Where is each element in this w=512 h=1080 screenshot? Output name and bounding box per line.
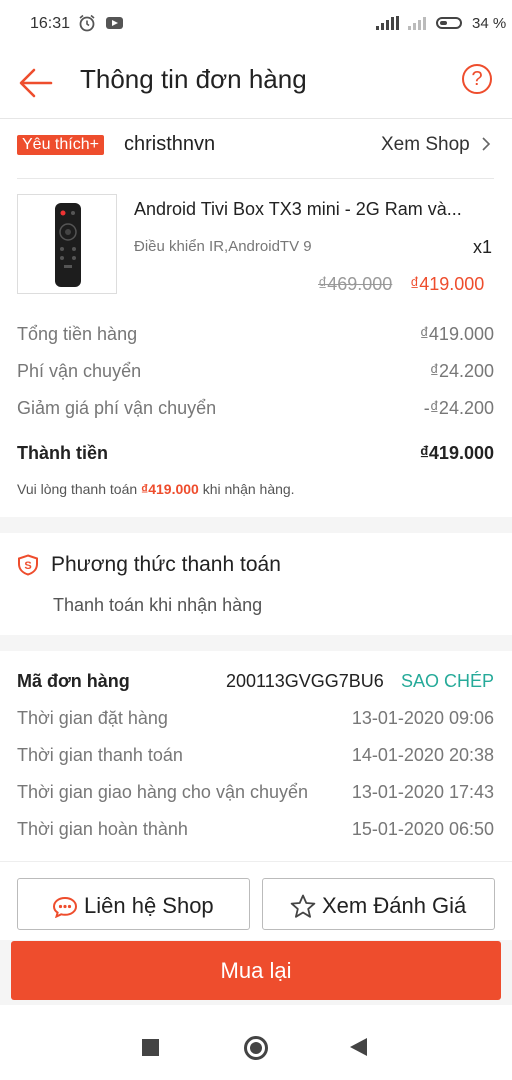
summary-label-shipping: Phí vận chuyển	[17, 361, 142, 381]
summary-value-shipping-discount: -₫24.200	[423, 398, 494, 418]
payment-note: Vui lòng thanh toán ₫419.000 khi nhận hà…	[17, 481, 295, 497]
nav-home-icon[interactable]	[244, 1036, 268, 1060]
status-bar: 16:31 34 %	[0, 0, 512, 50]
product-name[interactable]: Android Tivi Box TX3 mini - 2G Ram và...	[134, 199, 494, 220]
shop-name[interactable]: christhnvn	[124, 133, 215, 156]
payment-note-prefix: Vui lòng thanh toán	[17, 481, 138, 497]
complete-time-value: 15-01-2020 06:50	[351, 819, 494, 839]
payment-method-value: Thanh toán khi nhận hàng	[53, 595, 263, 615]
order-info-section: Mã đơn hàng 200113GVGG7BU6 SAO CHÉP Thời…	[0, 651, 512, 861]
shield-icon: S	[18, 554, 38, 576]
status-time: 16:31	[30, 15, 71, 32]
system-nav-bar	[0, 1005, 512, 1080]
order-items-card: Yêu thích+ christhnvn Xem Shop Android T…	[0, 119, 512, 517]
view-rating-label: Xem Đánh Giá	[322, 893, 467, 918]
payment-note-amount: ₫419.000	[141, 481, 199, 497]
summary-value-shipping: ₫24.200	[429, 361, 494, 381]
preferred-badge: Yêu thích+	[17, 135, 104, 155]
help-icon[interactable]: ?	[462, 64, 492, 94]
youtube-icon	[106, 17, 123, 29]
top-app-bar: Thông tin đơn hàng ?	[0, 50, 512, 119]
payment-time-label: Thời gian thanh toán	[17, 745, 183, 765]
back-arrow-icon[interactable]	[18, 65, 54, 101]
star-icon	[290, 894, 316, 918]
signal-icon	[376, 16, 399, 30]
summary-label-shipping-discount: Giảm giá phí vận chuyển	[17, 398, 217, 418]
view-rating-button[interactable]: Xem Đánh Giá	[262, 878, 495, 930]
divider	[17, 178, 494, 179]
payment-note-suffix: khi nhận hàng.	[202, 481, 295, 497]
original-price: ₫469.000	[318, 274, 393, 294]
payment-method-section: S Phương thức thanh toán Thanh toán khi …	[0, 533, 512, 635]
complete-time-label: Thời gian hoàn thành	[17, 819, 188, 839]
contact-shop-button[interactable]: Liên hệ Shop	[17, 878, 250, 930]
remote-control-image	[55, 203, 81, 287]
sale-price: ₫419.000	[410, 274, 485, 294]
summary-label-subtotal: Tổng tiền hàng	[17, 324, 138, 344]
product-variant: Điều khiển IR,AndroidTV 9	[134, 238, 312, 255]
ship-time-label: Thời gian giao hàng cho vận chuyển	[17, 782, 309, 802]
total-label: Thành tiền	[17, 443, 108, 463]
order-code: 200113GVGG7BU6	[226, 671, 384, 691]
contact-shop-label: Liên hệ Shop	[84, 893, 214, 918]
signal-icon	[408, 17, 426, 30]
ship-time-value: 13-01-2020 17:43	[351, 782, 494, 802]
chat-icon	[52, 896, 78, 918]
nav-recent-icon[interactable]	[142, 1039, 159, 1056]
summary-value-subtotal: ₫419.000	[419, 324, 494, 344]
product-quantity: x1	[473, 237, 493, 257]
battery-icon	[436, 17, 462, 29]
order-code-label: Mã đơn hàng	[17, 671, 130, 691]
view-shop-link[interactable]: Xem Shop	[381, 134, 470, 156]
page-title: Thông tin đơn hàng	[80, 64, 307, 94]
svg-text:S: S	[24, 560, 31, 572]
payment-time-value: 14-01-2020 20:38	[351, 745, 494, 765]
order-time-value: 13-01-2020 09:06	[351, 708, 494, 728]
action-buttons-row: Liên hệ Shop Xem Đánh Giá	[0, 861, 512, 940]
battery-percent: 34 %	[472, 15, 507, 32]
payment-method-title: Phương thức thanh toán	[51, 553, 281, 576]
total-value: ₫419.000	[419, 443, 494, 463]
order-time-label: Thời gian đặt hàng	[17, 708, 168, 728]
copy-button[interactable]: SAO CHÉP	[401, 671, 494, 692]
alarm-icon	[79, 14, 95, 32]
nav-back-icon[interactable]	[350, 1038, 367, 1056]
product-thumbnail[interactable]	[17, 194, 117, 294]
buy-again-button[interactable]: Mua lại	[11, 941, 501, 1000]
chevron-right-icon[interactable]	[480, 137, 492, 151]
